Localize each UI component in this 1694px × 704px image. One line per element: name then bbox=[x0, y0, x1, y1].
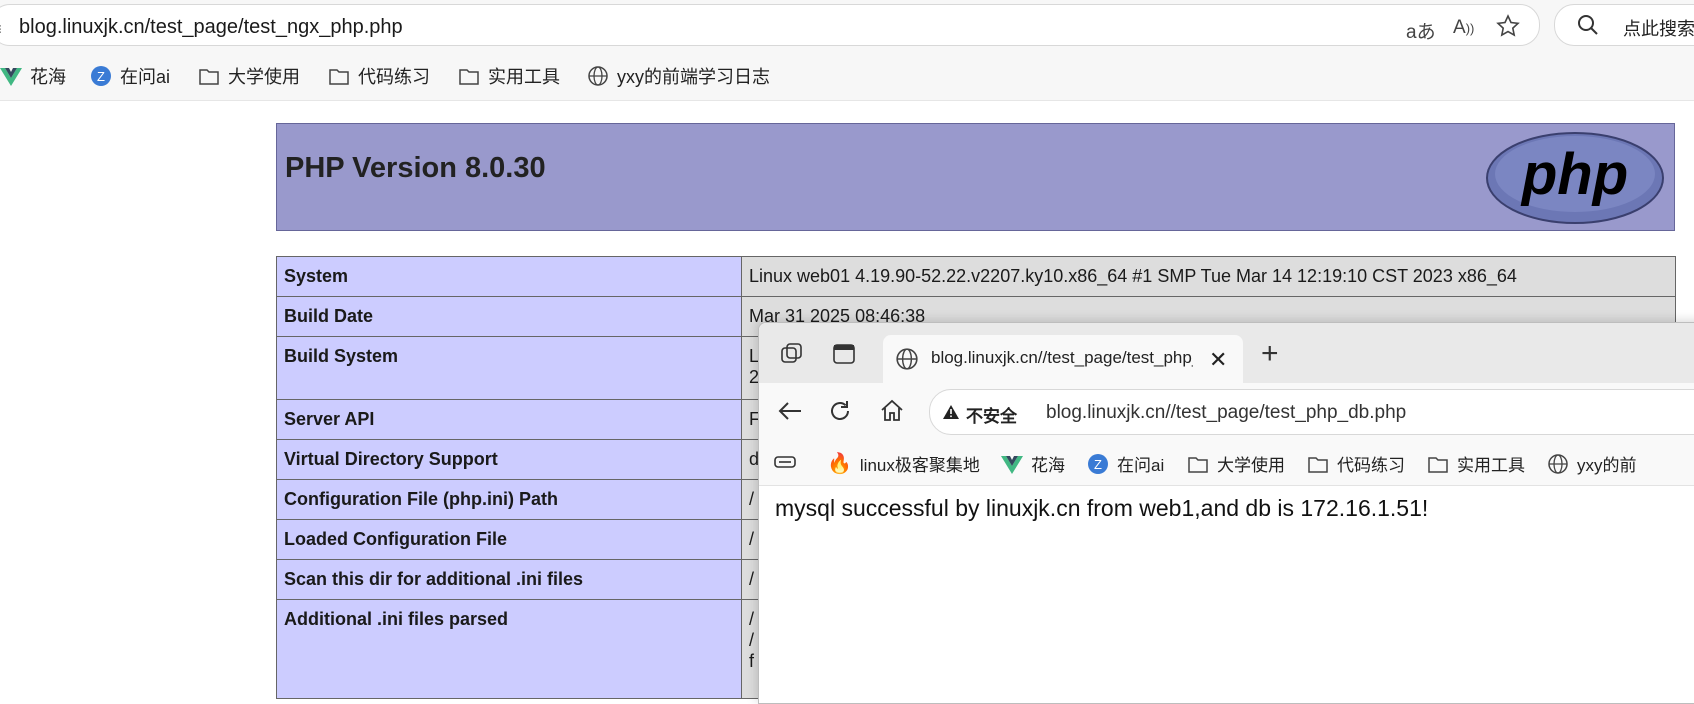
svg-text:Z: Z bbox=[1094, 457, 1102, 472]
row-key: Virtual Directory Support bbox=[276, 439, 742, 480]
tab-actions-icon[interactable] bbox=[831, 341, 857, 372]
table-row: System Linux web01 4.19.90-52.22.v2207.k… bbox=[276, 256, 1676, 297]
bookmark-yxy-blog[interactable]: yxy的前端学习日志 bbox=[587, 63, 770, 89]
popup-address-field[interactable]: 不安全 blog.linuxjk.cn//test_page/test_php_… bbox=[929, 389, 1694, 435]
bookmark-zaiwen[interactable]: Z 在问ai bbox=[1087, 451, 1164, 476]
globe-icon bbox=[895, 347, 919, 376]
new-tab-icon[interactable]: + bbox=[1261, 337, 1279, 371]
globe-icon bbox=[587, 65, 609, 87]
bookmark-zaiwen[interactable]: Z 在问ai bbox=[90, 63, 170, 89]
php-logo-text: php bbox=[1520, 142, 1628, 207]
folder-icon bbox=[1307, 453, 1329, 475]
favorite-star-icon[interactable] bbox=[1496, 14, 1520, 44]
bookmark-linux-geek[interactable]: 🔥 linux极客聚集地 bbox=[827, 451, 980, 476]
insecure-indicator[interactable]: 不安全 bbox=[942, 402, 1017, 427]
workspaces-icon[interactable] bbox=[779, 341, 805, 372]
vue-icon bbox=[0, 65, 22, 87]
row-key: Additional .ini files parsed bbox=[276, 599, 742, 699]
folder-icon bbox=[458, 65, 480, 87]
close-tab-icon[interactable]: ✕ bbox=[1209, 347, 1227, 373]
folder-icon bbox=[198, 65, 220, 87]
bookmark-huahai[interactable]: 花海 bbox=[0, 63, 66, 89]
translate-icon[interactable]: aあ bbox=[1406, 17, 1436, 44]
search-placeholder: 点此搜索 bbox=[1623, 19, 1694, 39]
address-field[interactable]: ≡ blog.linuxjk.cn/test_page/test_ngx_php… bbox=[0, 4, 1540, 46]
address-bar-area: ≡ blog.linuxjk.cn/test_page/test_ngx_php… bbox=[0, 0, 1694, 48]
row-value: Linux web01 4.19.90-52.22.v2207.ky10.x86… bbox=[741, 256, 1676, 297]
page-title: PHP Version 8.0.30 bbox=[285, 152, 546, 184]
row-key: Loaded Configuration File bbox=[276, 519, 742, 560]
zaiwen-icon: Z bbox=[1087, 453, 1109, 475]
address-url[interactable]: blog.linuxjk.cn/test_page/test_ngx_php.p… bbox=[19, 16, 403, 39]
row-key: Configuration File (php.ini) Path bbox=[276, 479, 742, 520]
search-icon bbox=[1577, 14, 1599, 41]
tab-title: blog.linuxjk.cn//test_page/test_php_db.p… bbox=[931, 348, 1193, 367]
tab-active[interactable]: blog.linuxjk.cn//test_page/test_php_db.p… bbox=[883, 335, 1243, 383]
row-key: System bbox=[276, 256, 742, 297]
zaiwen-icon: Z bbox=[90, 65, 112, 87]
row-key: Build Date bbox=[276, 296, 742, 337]
collections-icon[interactable] bbox=[773, 451, 797, 478]
search-box[interactable]: 点此搜索 bbox=[1554, 4, 1694, 46]
bookmark-folder-shiyong[interactable]: 实用工具 bbox=[458, 63, 560, 89]
folder-icon bbox=[328, 65, 350, 87]
folder-icon bbox=[1427, 453, 1449, 475]
popup-bookmarks-bar: 🔥 linux极客聚集地 花海 Z 在问ai 大学使用 代码练习 实用工具 yx… bbox=[759, 439, 1694, 486]
row-key: Server API bbox=[276, 399, 742, 440]
bookmark-huahai[interactable]: 花海 bbox=[1001, 451, 1065, 476]
site-info-icon[interactable]: ≡ bbox=[0, 19, 2, 40]
popup-browser-window[interactable]: blog.linuxjk.cn//test_page/test_php_db.p… bbox=[758, 322, 1694, 704]
warning-icon bbox=[942, 404, 960, 425]
tab-strip: blog.linuxjk.cn//test_page/test_php_db.p… bbox=[759, 323, 1694, 383]
bookmarks-bar: 花海 Z 在问ai 大学使用 代码练习 实用工具 yxy的前端学习日志 bbox=[0, 48, 1694, 101]
bookmark-folder-daxue[interactable]: 大学使用 bbox=[198, 63, 300, 89]
insecure-label: 不安全 bbox=[966, 407, 1017, 426]
db-result-message: mysql successful by linuxjk.cn from web1… bbox=[775, 495, 1429, 521]
navigation-toolbar: 不安全 blog.linuxjk.cn//test_page/test_php_… bbox=[759, 383, 1694, 439]
row-key: Build System bbox=[276, 336, 742, 400]
read-aloud-icon[interactable]: A)) bbox=[1453, 17, 1474, 39]
back-arrow-icon[interactable] bbox=[777, 399, 803, 428]
bookmark-folder-daxue[interactable]: 大学使用 bbox=[1187, 451, 1285, 476]
php-version-header: PHP Version 8.0.30 php bbox=[276, 123, 1675, 231]
vue-icon bbox=[1001, 453, 1023, 475]
home-icon[interactable] bbox=[879, 398, 905, 429]
bookmark-folder-shiyong[interactable]: 实用工具 bbox=[1427, 451, 1525, 476]
bookmark-folder-daima[interactable]: 代码练习 bbox=[328, 63, 430, 89]
refresh-icon[interactable] bbox=[827, 398, 853, 429]
row-key: Scan this dir for additional .ini files bbox=[276, 559, 742, 600]
php-logo: php bbox=[1484, 130, 1666, 231]
folder-icon bbox=[1187, 453, 1209, 475]
globe-icon bbox=[1547, 453, 1569, 475]
bookmark-folder-daima[interactable]: 代码练习 bbox=[1307, 451, 1405, 476]
svg-text:Z: Z bbox=[97, 69, 105, 84]
popup-address-url[interactable]: blog.linuxjk.cn//test_page/test_php_db.p… bbox=[1046, 402, 1406, 424]
fire-icon: 🔥 bbox=[827, 453, 852, 475]
bookmark-yxy-blog[interactable]: yxy的前 bbox=[1547, 451, 1637, 476]
